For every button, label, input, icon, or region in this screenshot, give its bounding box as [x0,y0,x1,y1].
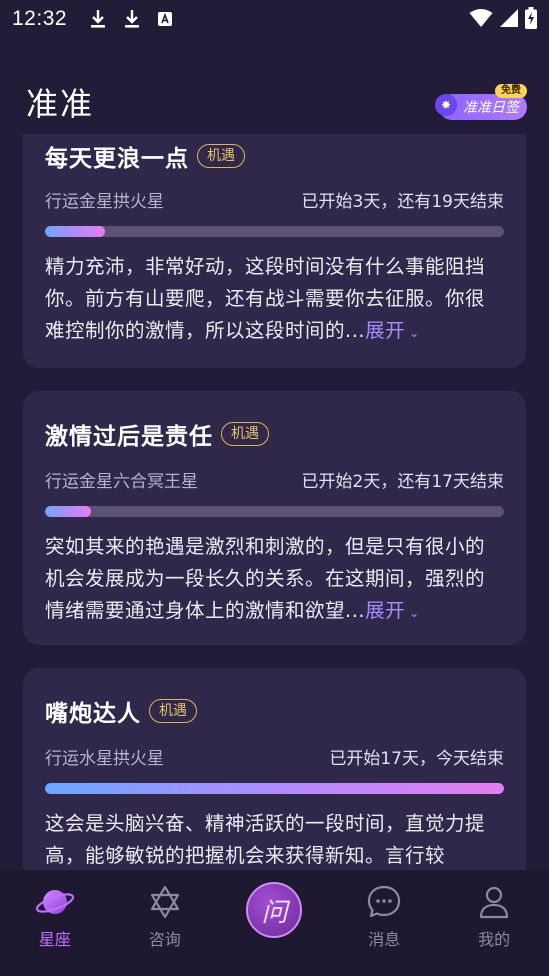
bottom-nav: 星座 咨询 问 消息 我的 [0,870,549,976]
nav-label: 咨询 [148,930,181,949]
status-time: 12:32 [12,7,68,30]
progress-fill [45,783,504,794]
forecast-card[interactable]: 每天更浪一点 机遇 行运金星拱火星 已开始3天，还有19天结束 精力充沛，非常好… [23,134,526,368]
forecast-list[interactable]: 每天更浪一点 机遇 行运金星拱火星 已开始3天，还有19天结束 精力充沛，非常好… [0,134,549,870]
transit-label: 行运水星拱火星 [45,749,164,769]
nav-label: 星座 [38,930,71,949]
card-description: 这会是头脑兴奋、精神活跃的一段时间，直觉力提高，能够敏锐的把握机会来获得新知。言… [45,808,504,870]
nav-item-horoscope[interactable]: 星座 [0,870,110,976]
card-title: 激情过后是责任 [45,424,213,450]
progress-bar [45,783,504,794]
sparkle-icon: ✸ [435,94,457,116]
free-badge: 免费 [495,84,527,98]
nav-item-profile[interactable]: 我的 [439,870,549,976]
ask-label: 问 [261,897,288,928]
nav-label: 我的 [478,930,511,949]
chat-bubble-icon [368,885,401,918]
expand-link[interactable]: 展开 ⌄ [365,319,420,342]
card-title: 每天更浪一点 [45,146,189,172]
card-description: 精力充沛，非常好动，这段时间没有什么事能阻挡你。前方有山要爬，还有战斗需要你去征… [45,251,504,349]
download-icon [91,10,106,28]
header: 准准 准准日签 ✸ 免费 [0,70,549,134]
page-title: 准准 [26,85,95,123]
forecast-card[interactable]: 嘴炮达人 机遇 行运水星拱火星 已开始17天，今天结束 这会是头脑兴奋、精神活跃… [23,668,526,870]
chevron-down-icon: ⌄ [409,326,420,340]
nav-item-ask[interactable]: 问 [220,870,330,976]
battery-charging-icon [525,7,537,29]
status-bar: 12:32 [0,0,549,38]
opportunity-tag: 机遇 [197,144,245,168]
card-description: 突如其来的艳遇是激烈和刺激的，但是只有很小的机会发展成为一段长久的关系。在这期间… [45,531,504,629]
transit-label: 行运金星六合冥王星 [45,472,198,492]
progress-fill [45,226,105,237]
nav-item-consult[interactable]: 咨询 [110,870,220,976]
nav-label: 消息 [368,930,401,949]
description-text: 这会是头脑兴奋、精神活跃的一段时间，直觉力提高，能够敏锐的把握机会来获得新知。言… [45,812,486,867]
expand-label: 展开 [365,599,406,622]
opportunity-tag: 机遇 [149,699,197,723]
card-title: 嘴炮达人 [45,701,141,727]
star-of-david-icon [150,885,179,919]
progress-bar [45,226,504,237]
progress-bar [45,506,504,517]
download-icon [125,10,140,28]
translate-icon [158,12,173,26]
signal-icon [500,9,518,27]
planet-icon [35,890,74,914]
progress-fill [45,506,91,517]
ask-button-icon: 问 [246,882,303,938]
wifi-icon [469,9,493,27]
transit-label: 行运金星拱火星 [45,192,164,212]
expand-label: 展开 [365,319,406,342]
duration-status: 已开始3天，还有19天结束 [301,192,504,212]
duration-status: 已开始2天，还有17天结束 [301,472,504,492]
forecast-card[interactable]: 激情过后是责任 机遇 行运金星六合冥王星 已开始2天，还有17天结束 突如其来的… [23,391,526,645]
duration-status: 已开始17天，今天结束 [329,749,504,769]
chevron-down-icon: ⌄ [409,606,420,620]
expand-link[interactable]: 展开 ⌄ [365,599,420,622]
daily-sign-button[interactable]: 准准日签 ✸ 免费 [435,84,527,120]
user-icon [479,886,509,919]
opportunity-tag: 机遇 [221,422,269,446]
nav-item-messages[interactable]: 消息 [329,870,439,976]
